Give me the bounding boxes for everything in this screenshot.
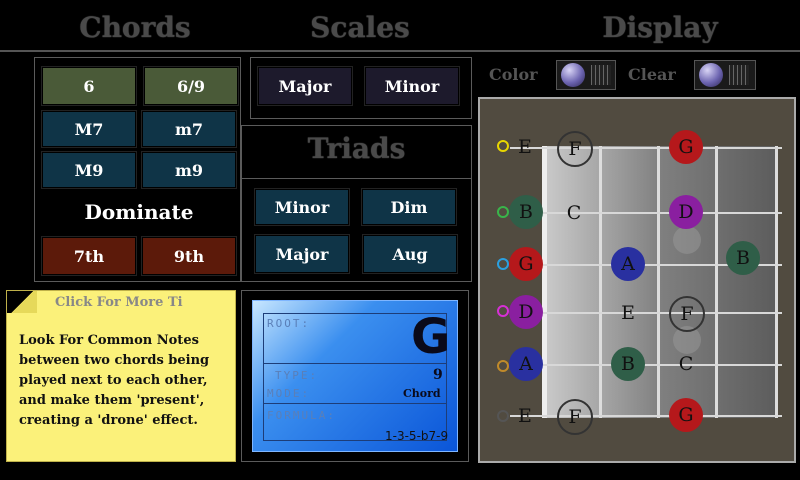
formula-value: 1-3-5-b7-9 bbox=[385, 429, 449, 443]
fret-note-F[interactable]: F bbox=[557, 399, 593, 435]
chord-6-button[interactable]: 6 bbox=[41, 66, 137, 106]
chord-M7-button[interactable]: M7 bbox=[41, 110, 137, 148]
string-2-open-note[interactable]: B bbox=[509, 195, 543, 229]
string-3-open-note[interactable]: G bbox=[509, 247, 543, 281]
fret-note-D[interactable]: D bbox=[669, 195, 703, 229]
tip-body: Look For Common Notes between two chords… bbox=[19, 333, 210, 428]
string-3-marker[interactable] bbox=[497, 258, 509, 270]
mode-label: MODE: bbox=[267, 387, 311, 400]
clear-toggle-knob[interactable] bbox=[699, 63, 723, 87]
string-5-marker[interactable] bbox=[497, 360, 509, 372]
string-4-marker[interactable] bbox=[497, 305, 509, 317]
fret-note-C[interactable]: C bbox=[557, 196, 591, 230]
tab-scales[interactable]: Scales bbox=[270, 0, 450, 48]
string-2-marker[interactable] bbox=[497, 206, 509, 218]
guitar-neck bbox=[546, 146, 778, 418]
triad-aug-button[interactable]: Aug bbox=[362, 234, 458, 274]
tip-note[interactable]: Click For More Ti Look For Common Notes … bbox=[6, 290, 236, 462]
string-2 bbox=[510, 212, 782, 214]
card-divider-2 bbox=[263, 403, 447, 404]
string-5-label: A bbox=[519, 353, 533, 375]
string-1-label: E bbox=[518, 136, 532, 158]
triads-divider bbox=[241, 178, 472, 179]
fret-note-B[interactable]: B bbox=[611, 347, 645, 381]
type-label: TYPE: bbox=[275, 369, 319, 382]
type-value: 9 bbox=[433, 367, 443, 383]
string-1 bbox=[510, 147, 782, 149]
string-6-marker[interactable] bbox=[497, 410, 509, 422]
string-1-marker[interactable] bbox=[497, 140, 509, 152]
fret-note-C[interactable]: C bbox=[669, 347, 703, 381]
string-4 bbox=[510, 312, 782, 314]
tip-title[interactable]: Click For More Ti bbox=[55, 295, 233, 310]
clear-label: Clear bbox=[628, 65, 676, 84]
chord-m9-button[interactable]: m9 bbox=[141, 151, 237, 189]
fret-2 bbox=[657, 146, 660, 418]
fret-note-A[interactable]: A bbox=[611, 247, 645, 281]
string-6 bbox=[510, 415, 782, 417]
chord-m7-button[interactable]: m7 bbox=[141, 110, 237, 148]
string-5 bbox=[510, 364, 782, 366]
chord-M9-button[interactable]: M9 bbox=[41, 151, 137, 189]
fret-note-F[interactable]: F bbox=[669, 296, 705, 332]
chord-6-9-button[interactable]: 6/9 bbox=[143, 66, 239, 106]
card-divider-1 bbox=[263, 363, 447, 364]
triad-dim-button[interactable]: Dim bbox=[361, 188, 457, 226]
triad-minor-button[interactable]: Minor bbox=[254, 188, 350, 226]
header-divider bbox=[0, 50, 800, 52]
string-3-label: G bbox=[518, 253, 534, 275]
fret-inlay-1 bbox=[673, 226, 701, 254]
scale-minor-button[interactable]: Minor bbox=[364, 66, 460, 106]
tab-display[interactable]: Display bbox=[560, 0, 760, 48]
nut bbox=[542, 146, 547, 418]
string-5-open-note[interactable]: A bbox=[509, 347, 543, 381]
clear-toggle[interactable] bbox=[694, 60, 756, 90]
chord-info-card: ROOT: G TYPE: 9 MODE: Chord FORMULA: 1-3… bbox=[252, 300, 458, 452]
fret-note-G[interactable]: G bbox=[669, 398, 703, 432]
chord-9th-button[interactable]: 9th bbox=[141, 236, 237, 276]
formula-label: FORMULA: bbox=[267, 409, 336, 422]
fret-3 bbox=[715, 146, 718, 418]
color-toggle[interactable] bbox=[556, 60, 616, 90]
string-6-label: E bbox=[518, 405, 532, 427]
fret-note-E[interactable]: E bbox=[611, 296, 645, 330]
fret-note-B[interactable]: B bbox=[726, 241, 760, 275]
string-4-label: D bbox=[518, 301, 534, 323]
tab-chords[interactable]: Chords bbox=[40, 0, 230, 48]
fret-1 bbox=[599, 146, 602, 418]
triad-major-button[interactable]: Major bbox=[254, 234, 350, 274]
fret-note-G[interactable]: G bbox=[669, 130, 703, 164]
dominate-label: Dominate bbox=[84, 200, 194, 224]
fret-4 bbox=[775, 146, 778, 418]
clear-toggle-grip bbox=[729, 65, 749, 85]
fret-note-F[interactable]: F bbox=[557, 131, 593, 167]
color-toggle-grip bbox=[591, 65, 611, 85]
root-label: ROOT: bbox=[267, 317, 311, 330]
scale-major-button[interactable]: Major bbox=[257, 66, 353, 106]
string-2-label: B bbox=[519, 201, 533, 223]
root-value: G bbox=[411, 309, 451, 365]
color-toggle-knob[interactable] bbox=[561, 63, 585, 87]
color-label: Color bbox=[489, 65, 538, 84]
mode-value: Chord bbox=[403, 387, 441, 400]
string-4-open-note[interactable]: D bbox=[509, 295, 543, 329]
note-fold bbox=[7, 291, 37, 313]
chord-7th-button[interactable]: 7th bbox=[41, 236, 137, 276]
triads-title: Triads bbox=[307, 132, 406, 165]
